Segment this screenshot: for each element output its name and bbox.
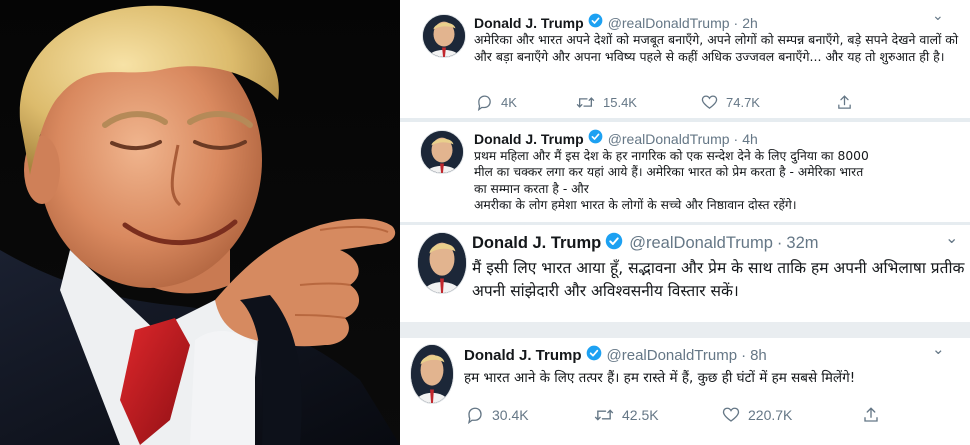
retweet-icon [576, 97, 595, 108]
divider [400, 322, 970, 338]
avatar[interactable] [420, 130, 464, 174]
tweet-text: मैं इसी लिए भारत आया हूँ, सद्भावना और प्… [472, 259, 965, 300]
verified-badge-icon [605, 232, 623, 254]
tweet[interactable]: Donald J. Trump @realDonaldTrump · 32m ⌄… [400, 224, 970, 322]
separator-dot: · [733, 14, 739, 31]
share-action[interactable] [862, 406, 888, 424]
retweet-count: 15.4K [603, 95, 637, 110]
tweet-text-line: अमरीका के लोग हमेशा भारत के लोगों के सच्… [474, 197, 797, 212]
tweet-text-line: प्रथम महिला और मैं इस देश के हर नागरिक क… [474, 149, 869, 163]
tweet-text-line: मील का चक्कर लगा कर यहां आये हैं। अमेरिक… [474, 165, 864, 180]
tweet-actions: 4K 15.4K 74.7K [476, 94, 861, 111]
portrait-illustration [0, 5, 400, 445]
tweet-header: Donald J. Trump @realDonaldTrump · 4h [474, 129, 758, 148]
avatar[interactable] [422, 14, 466, 58]
display-name[interactable]: Donald J. Trump [472, 234, 601, 253]
like-count: 220.7K [748, 407, 793, 423]
retweet-action[interactable]: 42.5K [594, 406, 722, 424]
tweet-text-line: का सम्मान करता है - और [474, 181, 589, 196]
tweet-header: Donald J. Trump @realDonaldTrump · 8h [464, 345, 767, 365]
avatar[interactable] [417, 232, 467, 294]
handle[interactable]: @realDonaldTrump [608, 131, 730, 147]
like-count: 74.7K [726, 95, 760, 110]
reply-icon [477, 95, 491, 111]
timestamp[interactable]: 4h [742, 131, 758, 147]
like-icon [722, 407, 740, 422]
handle[interactable]: @realDonaldTrump [608, 15, 730, 31]
chevron-down-icon[interactable]: ⌄ [932, 8, 944, 24]
reply-action[interactable]: 4K [476, 94, 576, 111]
tweet-actions: 30.4K 42.5K 220.7K [466, 406, 888, 424]
like-action[interactable]: 74.7K [701, 94, 836, 111]
separator-dot: · [733, 130, 739, 147]
timestamp[interactable]: 8h [750, 347, 767, 364]
display-name[interactable]: Donald J. Trump [474, 15, 584, 31]
display-name[interactable]: Donald J. Trump [474, 131, 584, 147]
tweet-feed: Donald J. Trump @realDonaldTrump · 2h ⌄ … [400, 0, 970, 445]
timestamp[interactable]: 2h [742, 15, 758, 31]
handle[interactable]: @realDonaldTrump [607, 347, 738, 364]
tweet-header: Donald J. Trump @realDonaldTrump · 32m [472, 232, 819, 254]
tweet-text: हम भारत आने के लिए तत्पर हैं। हम रास्ते … [464, 370, 856, 386]
share-icon [864, 407, 878, 422]
profile-photo-icon [423, 15, 465, 57]
handle[interactable]: @realDonaldTrump [629, 234, 773, 253]
retweet-action[interactable]: 15.4K [576, 94, 701, 111]
reply-count: 30.4K [492, 407, 529, 423]
separator-dot: · [741, 346, 747, 364]
share-action[interactable] [836, 94, 861, 111]
reply-action[interactable]: 30.4K [466, 406, 594, 424]
chevron-down-icon[interactable]: ⌄ [945, 228, 958, 247]
profile-photo-icon [411, 345, 453, 403]
verified-badge-icon [588, 129, 603, 148]
tweet[interactable]: Donald J. Trump @realDonaldTrump · 8h ⌄ … [400, 338, 970, 445]
tweet-header: Donald J. Trump @realDonaldTrump · 2h [474, 13, 758, 32]
verified-badge-icon [586, 345, 602, 365]
share-icon [838, 95, 851, 109]
reply-count: 4K [501, 95, 517, 110]
tweet[interactable]: Donald J. Trump @realDonaldTrump · 4h प्… [400, 122, 970, 222]
timestamp[interactable]: 32m [786, 234, 818, 253]
reply-icon [468, 407, 482, 424]
verified-badge-icon [588, 13, 603, 32]
avatar[interactable] [410, 344, 454, 404]
like-icon [701, 95, 718, 109]
retweet-icon [594, 409, 614, 421]
display-name[interactable]: Donald J. Trump [464, 347, 582, 364]
retweet-count: 42.5K [622, 407, 659, 423]
tweet[interactable]: Donald J. Trump @realDonaldTrump · 2h ⌄ … [400, 0, 970, 118]
tweet-text: अमेरिका और भारत अपने देशों को मजबूत बनाए… [474, 32, 959, 64]
chevron-down-icon[interactable]: ⌄ [932, 340, 945, 358]
photo-panel [0, 0, 400, 445]
separator-dot: · [776, 233, 783, 252]
tweet-text: प्रथम महिला और मैं इस देश के हर नागरिक क… [474, 148, 964, 213]
like-action[interactable]: 220.7K [722, 406, 862, 424]
profile-photo-icon [418, 233, 466, 293]
profile-photo-icon [421, 131, 463, 173]
